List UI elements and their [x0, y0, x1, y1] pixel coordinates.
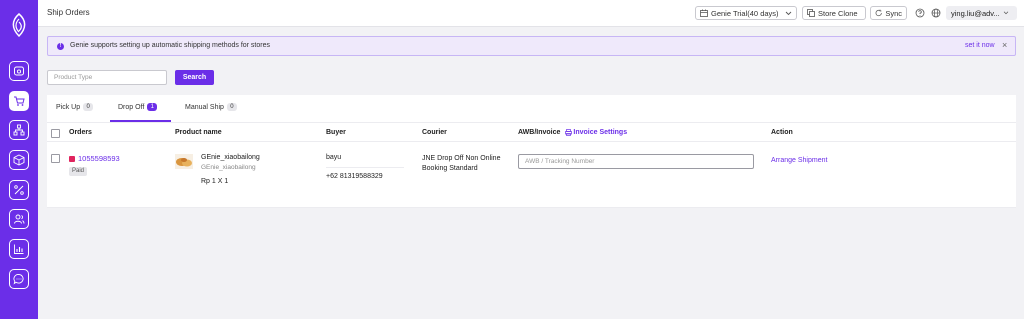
sidebar-item-customers[interactable]	[9, 209, 29, 229]
buyer-divider	[326, 167, 404, 168]
tab-count: 0	[226, 103, 237, 111]
awb-tracking-input[interactable]	[518, 154, 754, 169]
info-icon: !	[57, 43, 64, 50]
chart-icon	[14, 244, 24, 254]
globe-icon[interactable]	[931, 8, 941, 18]
table-header-divider	[47, 141, 1016, 142]
product-thumbnail	[175, 154, 193, 169]
product-name: GEnie_xiaobailong	[201, 154, 260, 161]
status-badge: Paid	[69, 167, 87, 176]
dashboard-icon	[14, 66, 24, 76]
order-id: 1055598593	[78, 154, 120, 163]
store-clone-button[interactable]: Store Clone	[802, 6, 866, 20]
store-icon	[807, 9, 815, 17]
chevron-down-icon	[1003, 11, 1009, 15]
logo-icon	[12, 13, 26, 37]
invoice-settings-label: Invoice Settings	[573, 129, 628, 136]
banner-text: Genie supports setting up automatic ship…	[70, 42, 270, 49]
box-icon	[13, 154, 25, 166]
help-icon[interactable]	[915, 8, 925, 18]
chevron-down-icon	[785, 11, 792, 15]
chat-icon	[13, 274, 24, 285]
invoice-settings-link[interactable]: Invoice Settings	[565, 129, 627, 136]
header-product-name: Product name	[175, 129, 222, 136]
row-checkbox[interactable]	[51, 154, 60, 163]
courier-name: JNE Drop Off Non Online Booking Standard	[422, 155, 501, 172]
users-icon	[14, 214, 25, 224]
store-flag-icon	[69, 155, 75, 162]
tab-drop-off[interactable]: Drop Off 1	[118, 103, 158, 111]
tab-pick-up[interactable]: Pick Up 0	[56, 103, 94, 111]
sidebar-item-messages[interactable]	[9, 269, 29, 289]
sidebar-item-reports[interactable]	[9, 239, 29, 259]
product-price: Rp 1 X 1	[201, 178, 229, 185]
close-icon[interactable]: ×	[1002, 41, 1007, 50]
tab-label: Drop Off	[118, 103, 145, 111]
order-id-link[interactable]: 1055598593	[69, 154, 120, 163]
set-it-now-link[interactable]: set it now	[965, 42, 995, 49]
page-title: Ship Orders	[47, 8, 90, 17]
sync-button[interactable]: Sync	[870, 6, 907, 20]
percent-icon	[14, 185, 24, 195]
tab-label: Pick Up	[56, 103, 81, 111]
header-awb: AWB/Invoice Invoice Settings	[518, 129, 627, 136]
user-menu[interactable]: ying.liu@adv...	[946, 6, 1017, 20]
awb-header-label: AWB/Invoice	[518, 129, 561, 136]
calendar-icon	[700, 9, 708, 17]
tabs-divider	[47, 122, 1016, 123]
printer-icon	[565, 129, 573, 136]
trial-dropdown[interactable]: Genie Trial(40 days)	[695, 6, 797, 20]
info-banner: ! Genie supports setting up automatic sh…	[47, 36, 1016, 56]
tab-count: 0	[83, 103, 94, 111]
trial-label: Genie Trial(40 days)	[711, 8, 779, 18]
arrange-shipment-link[interactable]: Arrange Shipment	[771, 157, 827, 164]
header-buyer: Buyer	[326, 129, 346, 136]
sidebar-item-orders[interactable]	[9, 91, 29, 111]
store-clone-label: Store Clone	[818, 8, 858, 18]
sidebar-item-dashboard[interactable]	[9, 61, 29, 81]
tab-label: Manual Ship	[185, 103, 224, 111]
header-orders: Orders	[69, 129, 92, 136]
select-all-checkbox[interactable]	[51, 129, 60, 138]
sync-label: Sync	[885, 8, 902, 18]
buyer-phone: +62 81319588329	[326, 173, 383, 180]
topbar: Ship Orders Genie Trial(40 days) Store C…	[38, 0, 1024, 27]
cart-icon	[14, 96, 25, 106]
header-courier: Courier	[422, 129, 447, 136]
product-type-input[interactable]	[47, 70, 167, 85]
header-action: Action	[771, 129, 793, 136]
sitemap-icon	[13, 124, 25, 136]
tab-manual-ship[interactable]: Manual Ship 0	[185, 103, 237, 111]
user-email: ying.liu@adv...	[951, 8, 1000, 18]
orders-panel: Pick Up 0 Drop Off 1 Manual Ship 0 Order…	[47, 95, 1016, 208]
buyer-name: bayu	[326, 154, 342, 161]
sidebar-item-promotions[interactable]	[9, 180, 29, 200]
tab-count: 1	[147, 103, 158, 111]
sidebar-item-stores[interactable]	[9, 120, 29, 140]
product-sku: GEnie_xiaobailong	[201, 164, 256, 171]
sync-icon	[875, 9, 882, 17]
sidebar-item-products[interactable]	[9, 150, 29, 170]
row-divider	[47, 207, 1016, 208]
sidebar	[0, 0, 38, 319]
search-button[interactable]: Search	[175, 70, 214, 85]
